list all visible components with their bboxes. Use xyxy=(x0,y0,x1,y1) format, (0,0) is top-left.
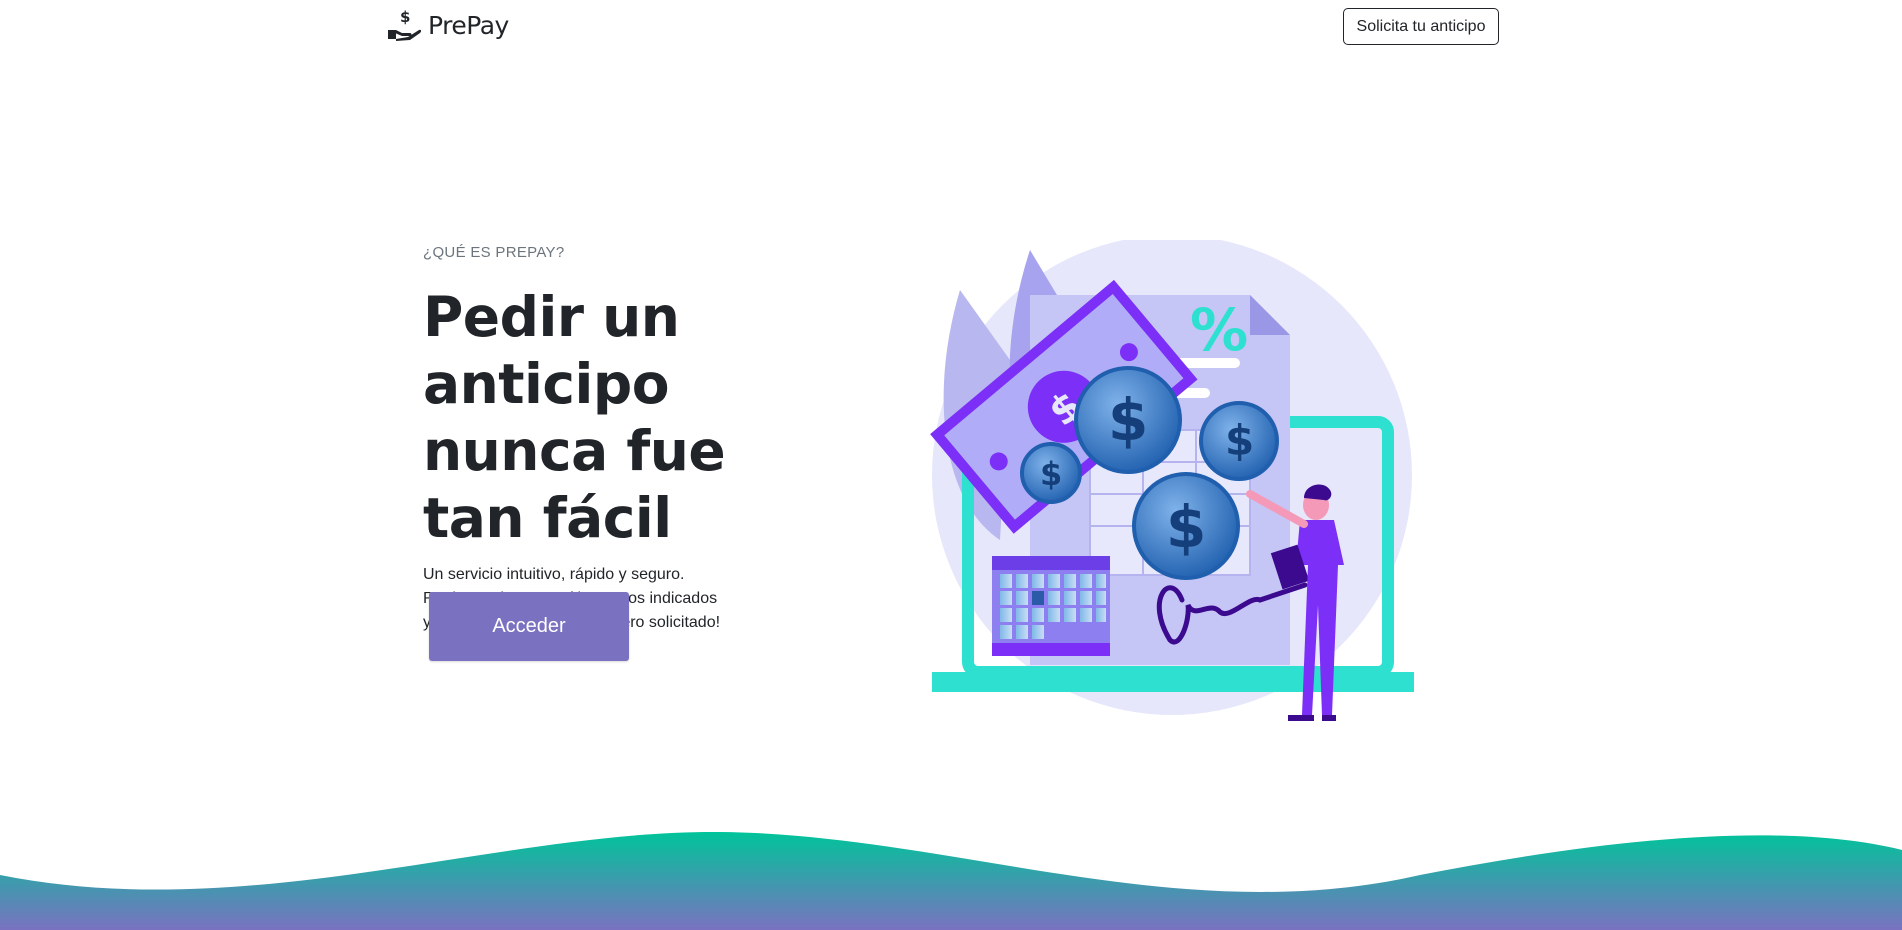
hero-headline: Pedir un anticipo nunca fue tan fácil xyxy=(423,285,726,550)
footer-wave-decoration xyxy=(0,831,1902,930)
access-button[interactable]: Acceder xyxy=(429,592,629,661)
top-navbar: $ PrePay Solicita tu anticipo xyxy=(0,0,1902,60)
percent-symbol: % xyxy=(1190,296,1248,364)
hero-illustration: % $ $ $ $ $ xyxy=(930,240,1414,721)
section-eyebrow: ¿QUÉ ES PREPAY? xyxy=(423,244,565,261)
request-advance-button[interactable]: Solicita tu anticipo xyxy=(1343,8,1499,45)
description-line: Un servicio intuitivo, rápido y seguro. xyxy=(423,566,685,583)
svg-text:$: $ xyxy=(1225,416,1254,465)
brand-logo-link[interactable]: $ PrePay xyxy=(386,8,509,42)
svg-text:$: $ xyxy=(1040,455,1062,493)
svg-text:$: $ xyxy=(1166,493,1206,561)
calendar-illustration xyxy=(992,556,1110,656)
svg-text:$: $ xyxy=(1108,386,1148,454)
hero-text: ¿QUÉ ES PREPAY? Pedir un anticipo nunca … xyxy=(423,244,843,635)
brand-name: PrePay xyxy=(428,10,509,40)
svg-text:$: $ xyxy=(400,8,410,26)
hand-dollar-icon: $ xyxy=(388,8,422,41)
svg-text:%: % xyxy=(1190,296,1248,364)
